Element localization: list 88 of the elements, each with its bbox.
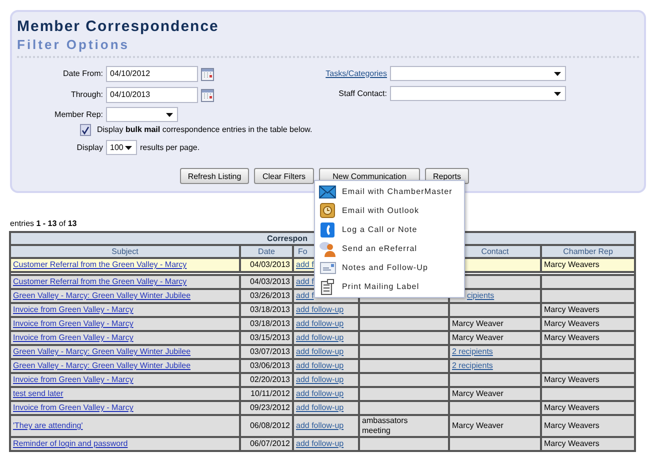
table-cell: 03/26/2013 [240, 289, 293, 303]
table-cell[interactable]: Green Valley - Marcy: Green Valley Winter Jubilee [10, 345, 240, 359]
table-cell[interactable]: add follow-up [293, 331, 359, 345]
table-cell[interactable]: add follow-up [293, 317, 359, 331]
table-cell: Marcy Weaver [449, 415, 541, 437]
table-cell: 04/03/2013 [240, 258, 293, 272]
menu-item[interactable]: Log a Call or Note [315, 220, 464, 239]
table-cell[interactable]: Green Valley - Marcy: Green Valley Winter Jubilee [10, 359, 240, 373]
table-cell[interactable]: Invoice from Green Valley - Marcy [10, 331, 240, 345]
table-cell: Marcy Weaver [449, 331, 541, 345]
table-cell: 03/15/2013 [240, 331, 293, 345]
checkbox-label: Display bulk mail correspondence entries in the table below. [97, 124, 312, 136]
envelope-icon [319, 184, 336, 198]
table-cell[interactable]: Green Valley - Marcy: Green Valley Winter Jubilee [10, 289, 240, 303]
table-cell: 03/18/2013 [240, 317, 293, 331]
table-cell: Marcy Weavers [541, 303, 636, 317]
clock-icon [320, 203, 335, 218]
field-label: Through: [70, 89, 104, 101]
table-cell[interactable]: Reminder of login and password [10, 437, 240, 451]
field-label: Date From: [62, 68, 104, 80]
table-cell[interactable]: add follow-up [293, 359, 359, 373]
table-cell[interactable]: Invoice from Green Valley - Marcy [10, 401, 240, 415]
checkbox[interactable] [80, 124, 91, 136]
table-cell[interactable]: Invoice from Green Valley - Marcy [10, 317, 240, 331]
calendar-icon[interactable] [201, 68, 214, 80]
table-cell[interactable]: add follow-up [293, 303, 359, 317]
field-suffix: results per page. [140, 142, 200, 154]
table-cell[interactable]: Invoice from Green Valley - Marcy [10, 373, 240, 387]
table-cell: 06/07/2012 [240, 437, 293, 451]
field-label: Staff Contact: [338, 88, 388, 100]
action-button[interactable]: Refresh Listing [180, 168, 249, 184]
column-header: Date [240, 245, 293, 258]
table-cell[interactable]: add follow-up [293, 401, 359, 415]
table-cell: Marcy Weavers [541, 373, 636, 387]
caret-icon [554, 72, 561, 76]
page-title: Member Correspondence [17, 17, 220, 36]
section-title: Filter Options [17, 36, 130, 53]
page-size-select[interactable]: 100 [106, 140, 137, 155]
document-icon [321, 278, 334, 294]
table-cell: Marcy Weaver [449, 317, 541, 331]
table-cell[interactable]: 'They are attending' [10, 415, 240, 437]
table-cell[interactable]: add follow-up [293, 373, 359, 387]
caret-icon [166, 112, 173, 116]
table-group-header: Correspon [267, 234, 308, 242]
table-cell: Marcy Weaver [449, 387, 541, 401]
table-cell: Marcy Weavers [541, 401, 636, 415]
table-cell[interactable]: add follow-up [293, 345, 359, 359]
caret-icon [125, 146, 132, 150]
note-icon [320, 262, 336, 274]
column-header: Subject [10, 245, 240, 258]
table-cell[interactable]: 2 recipients [449, 345, 541, 359]
table-cell: 03/07/2013 [240, 345, 293, 359]
table-cell[interactable]: add follow-up [293, 415, 359, 437]
date-field[interactable]: 04/10/2012 [106, 66, 198, 82]
table-cell: 02/20/2013 [240, 373, 293, 387]
table-cell: ambassators meeting [359, 415, 449, 437]
date-field[interactable]: 04/10/2013 [106, 87, 198, 103]
column-header: Chamber Rep [541, 245, 636, 258]
menu-item[interactable]: Notes and Follow-Up [315, 258, 464, 277]
table-cell[interactable]: Customer Referral from the Green Valley - Marcy [10, 275, 240, 289]
caret-icon [554, 92, 561, 96]
table-cell: Marcy Weavers [541, 437, 636, 451]
table-cell[interactable]: test send later [10, 387, 240, 401]
table-cell: 06/08/2012 [240, 415, 293, 437]
table-cell: Marcy Weavers [541, 331, 636, 345]
table-cell[interactable]: add follow-up [293, 387, 359, 401]
entries-count: entries 1 - 13 of 13 [10, 219, 77, 229]
table-cell: Marcy Weavers [541, 415, 636, 437]
table-cell: 03/06/2013 [240, 359, 293, 373]
table-cell: 03/18/2013 [240, 303, 293, 317]
field-label: Display [76, 142, 104, 154]
calendar-icon[interactable] [201, 88, 214, 102]
field-label: Member Rep: [54, 108, 104, 120]
action-button[interactable]: Clear Filters [254, 168, 314, 184]
table-cell[interactable]: Invoice from Green Valley - Marcy [10, 303, 240, 317]
table-cell: 09/23/2012 [240, 401, 293, 415]
table-cell[interactable]: add follow-up [293, 437, 359, 451]
tasks-categories-link[interactable]: Tasks/Categories [326, 68, 387, 80]
menu-item[interactable]: Email with Outlook [315, 201, 464, 220]
person-icon [319, 240, 336, 256]
menu-item[interactable]: Email with ChamberMaster [315, 182, 464, 201]
table-cell: Marcy Weavers [541, 258, 636, 272]
table-cell[interactable]: Customer Referral from the Green Valley - Marcy [10, 258, 240, 272]
phone-icon [320, 222, 335, 238]
table-cell[interactable]: 2 recipients [449, 359, 541, 373]
table-cell: 10/11/2012 [240, 387, 293, 401]
table-cell: 04/03/2013 [240, 275, 293, 289]
table-cell: Marcy Weavers [541, 317, 636, 331]
